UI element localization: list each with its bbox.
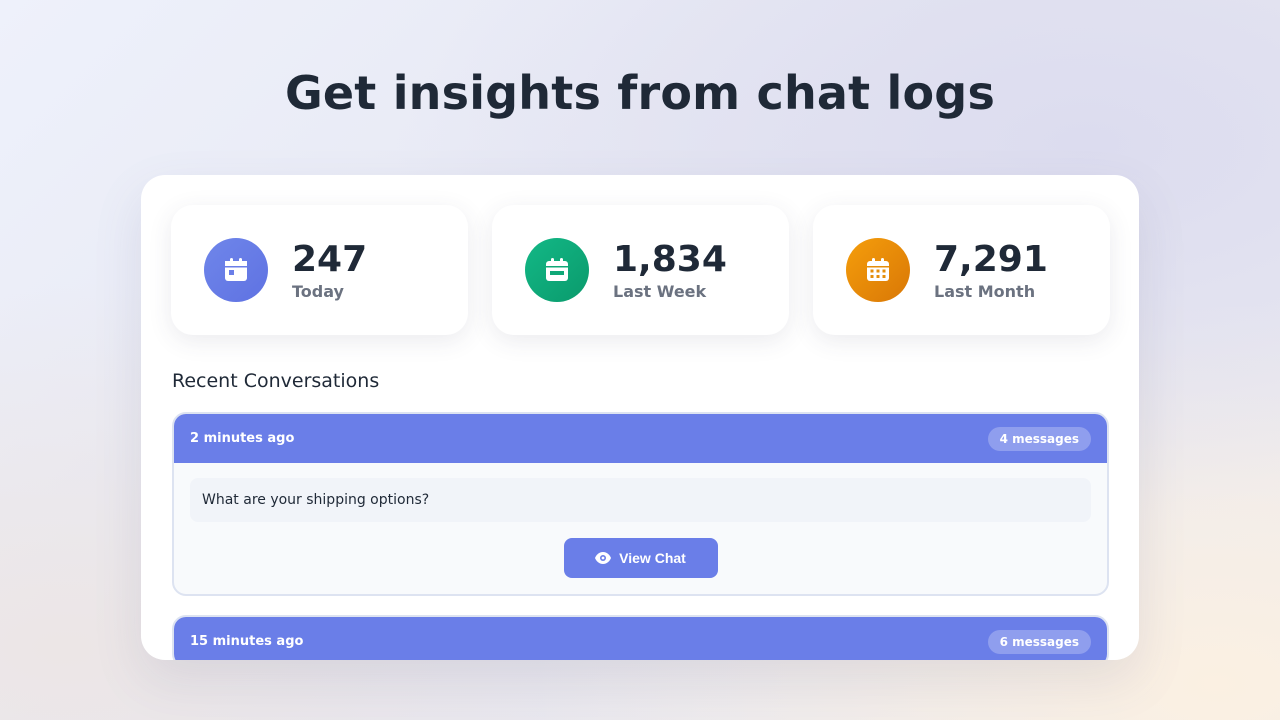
calendar-day-icon [204,238,268,302]
stat-label-last-month: Last Month [934,281,1036,301]
stat-card-last-week: 1,834 Last Week [492,205,789,335]
conversation-card: 2 minutes ago 4 messages What are your s… [172,412,1109,596]
conversation-time: 2 minutes ago [190,431,295,446]
stat-value-last-week: 1,834 [613,238,727,280]
page-title: Get insights from chat logs [284,66,996,120]
stat-label-today: Today [292,281,344,301]
eye-icon [595,552,612,564]
view-chat-button[interactable]: View Chat [563,538,718,578]
stats-row: 247 Today 1,834 Last Week 7,291 Last Mon… [171,205,1110,335]
conversation-body: What are your shipping options? View Cha… [174,463,1107,594]
stat-card-last-month: 7,291 Last Month [813,205,1110,335]
message-count-badge: 6 messages [987,629,1091,654]
calendar-week-icon [525,238,589,302]
stat-label-last-week: Last Week [613,281,707,301]
conversation-preview: What are your shipping options? [190,478,1091,522]
calendar-month-icon [846,238,910,302]
conversation-header: 2 minutes ago 4 messages [174,414,1107,463]
conversation-time: 15 minutes ago [190,634,304,649]
conversation-header: 15 minutes ago 6 messages [174,617,1107,660]
message-count-badge: 4 messages [987,426,1091,451]
insights-panel: 247 Today 1,834 Last Week 7,291 Last Mon… [141,175,1139,660]
section-title-recent: Recent Conversations [172,370,380,392]
view-chat-label: View Chat [619,550,686,566]
stat-card-today: 247 Today [171,205,468,335]
stat-value-last-month: 7,291 [934,238,1048,280]
conversation-card: 15 minutes ago 6 messages [172,615,1109,660]
stat-value-today: 247 [292,238,368,280]
